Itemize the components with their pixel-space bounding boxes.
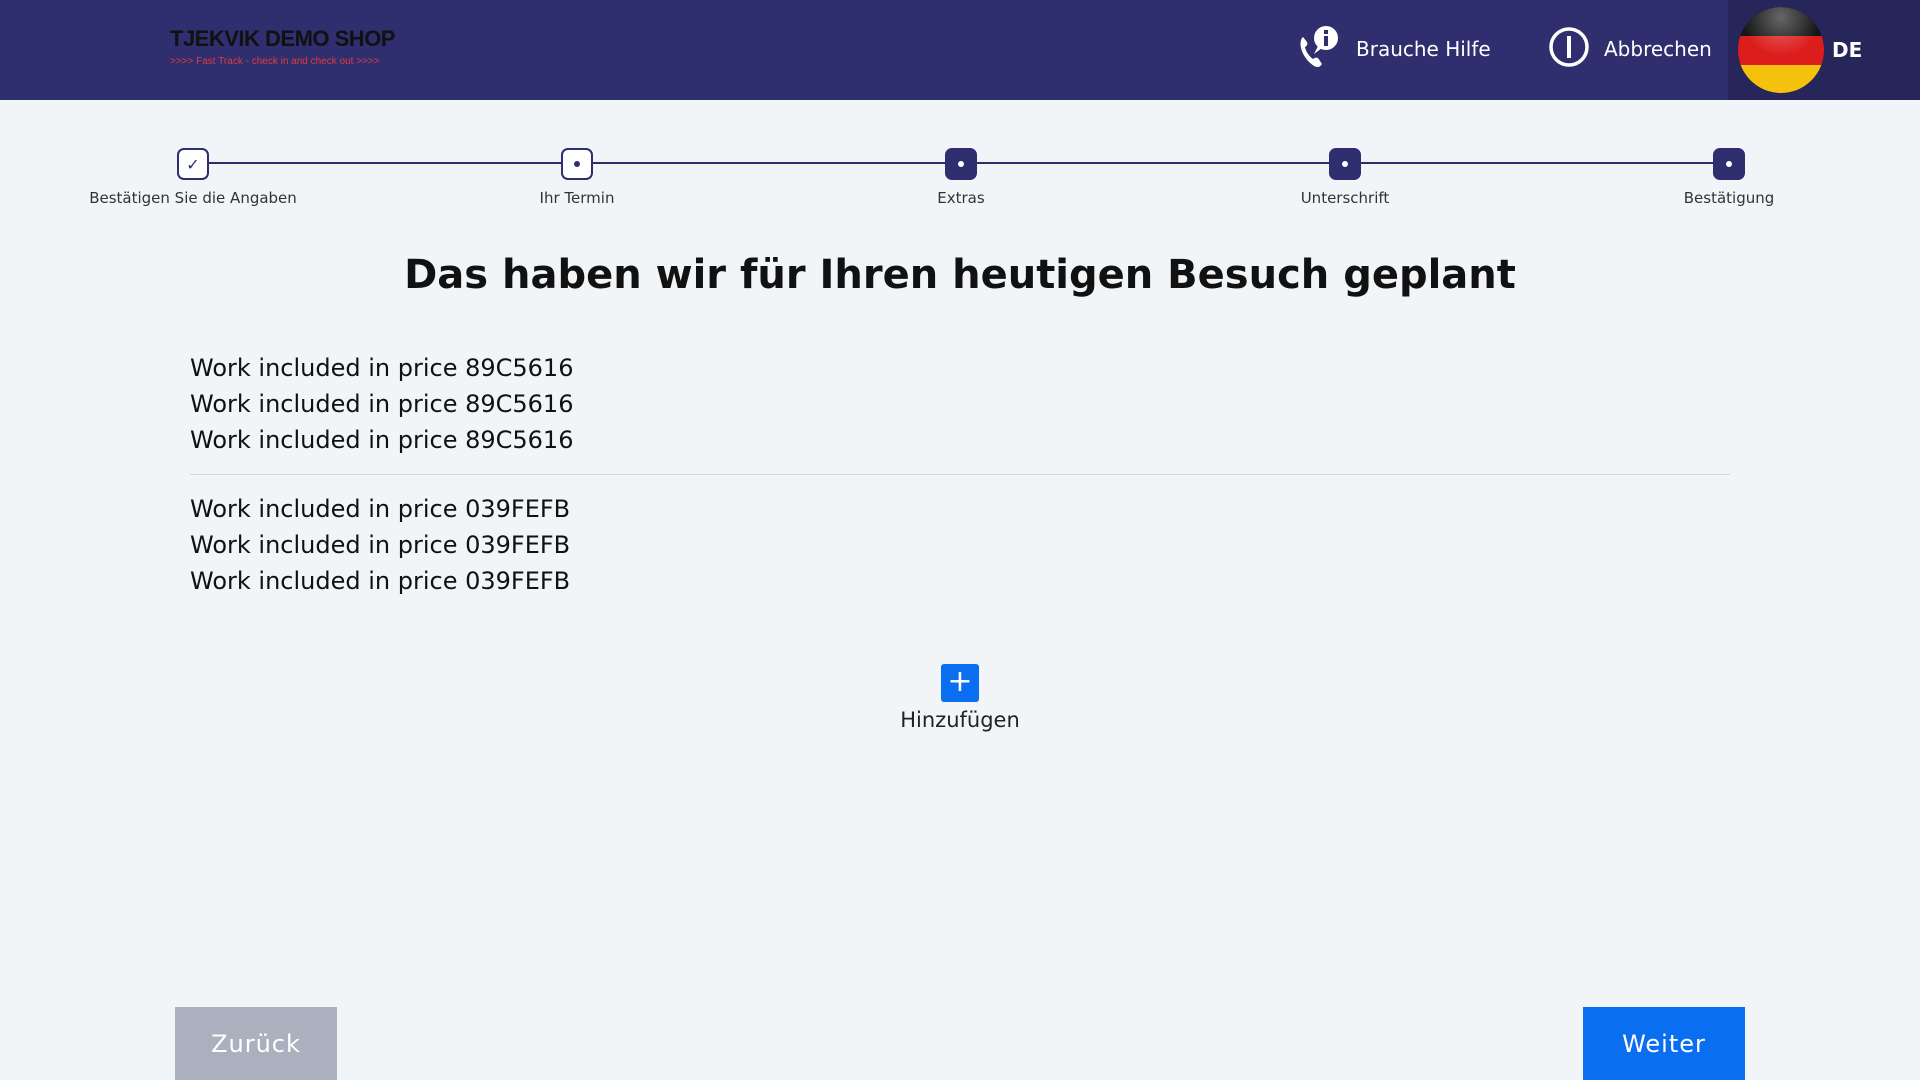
step-label: Ihr Termin xyxy=(539,189,615,207)
logo-subtitle: >>>> Fast Track - check in and check out… xyxy=(170,56,380,67)
cancel-label: Abbrechen xyxy=(1604,37,1712,61)
list-item: Work included in price 89C5616 xyxy=(190,354,574,382)
step-appointment: Ihr Termin xyxy=(457,148,697,207)
checkmark-icon: ✓ xyxy=(177,148,209,180)
power-icon xyxy=(1548,26,1590,72)
step-extras: Extras xyxy=(841,148,1081,207)
phone-info-icon xyxy=(1294,24,1342,74)
add-button[interactable]: + Hinzufügen xyxy=(860,664,1060,732)
step-indicator xyxy=(561,148,593,180)
cancel-button[interactable]: Abbrechen xyxy=(1548,24,1712,74)
plus-icon[interactable]: + xyxy=(941,664,979,702)
group-divider xyxy=(190,474,1730,475)
next-button[interactable]: Weiter xyxy=(1583,1007,1745,1080)
step-label: Bestätigung xyxy=(1683,189,1775,207)
help-button[interactable]: Brauche Hilfe xyxy=(1294,24,1491,74)
list-item: Work included in price 039FEFB xyxy=(190,495,571,523)
shop-logo: TJEKVIK DEMO SHOP >>>> Fast Track - chec… xyxy=(170,26,395,70)
language-selector[interactable]: DE xyxy=(1728,0,1920,100)
work-group-2: Work included in price 039FEFB Work incl… xyxy=(190,491,1730,599)
list-item: Work included in price 039FEFB xyxy=(190,567,571,595)
list-item: Work included in price 039FEFB xyxy=(190,531,571,559)
header-bar: TJEKVIK DEMO SHOP >>>> Fast Track - chec… xyxy=(0,0,1920,100)
list-item: Work included in price 89C5616 xyxy=(190,390,574,418)
help-label: Brauche Hilfe xyxy=(1356,37,1491,61)
add-label[interactable]: Hinzufügen xyxy=(860,708,1060,732)
step-indicator xyxy=(1713,148,1745,180)
germany-flag-icon xyxy=(1738,7,1824,93)
step-indicator xyxy=(945,148,977,180)
step-indicator xyxy=(1329,148,1361,180)
page-title: Das haben wir für Ihren heutigen Besuch … xyxy=(404,252,1516,298)
step-label: Extras xyxy=(937,189,985,207)
logo-title: TJEKVIK DEMO SHOP xyxy=(170,26,395,51)
step-confirm-details: ✓ Bestätigen Sie die Angaben xyxy=(73,148,313,207)
step-label: Unterschrift xyxy=(1300,189,1390,207)
step-signature: Unterschrift xyxy=(1225,148,1465,207)
language-code: DE xyxy=(1832,38,1863,62)
step-confirmation: Bestätigung xyxy=(1609,148,1849,207)
work-group-1: Work included in price 89C5616 Work incl… xyxy=(190,350,1730,458)
list-item: Work included in price 89C5616 xyxy=(190,426,574,454)
step-label: Bestätigen Sie die Angaben xyxy=(89,189,297,207)
back-button[interactable]: Zurück xyxy=(175,1007,337,1080)
